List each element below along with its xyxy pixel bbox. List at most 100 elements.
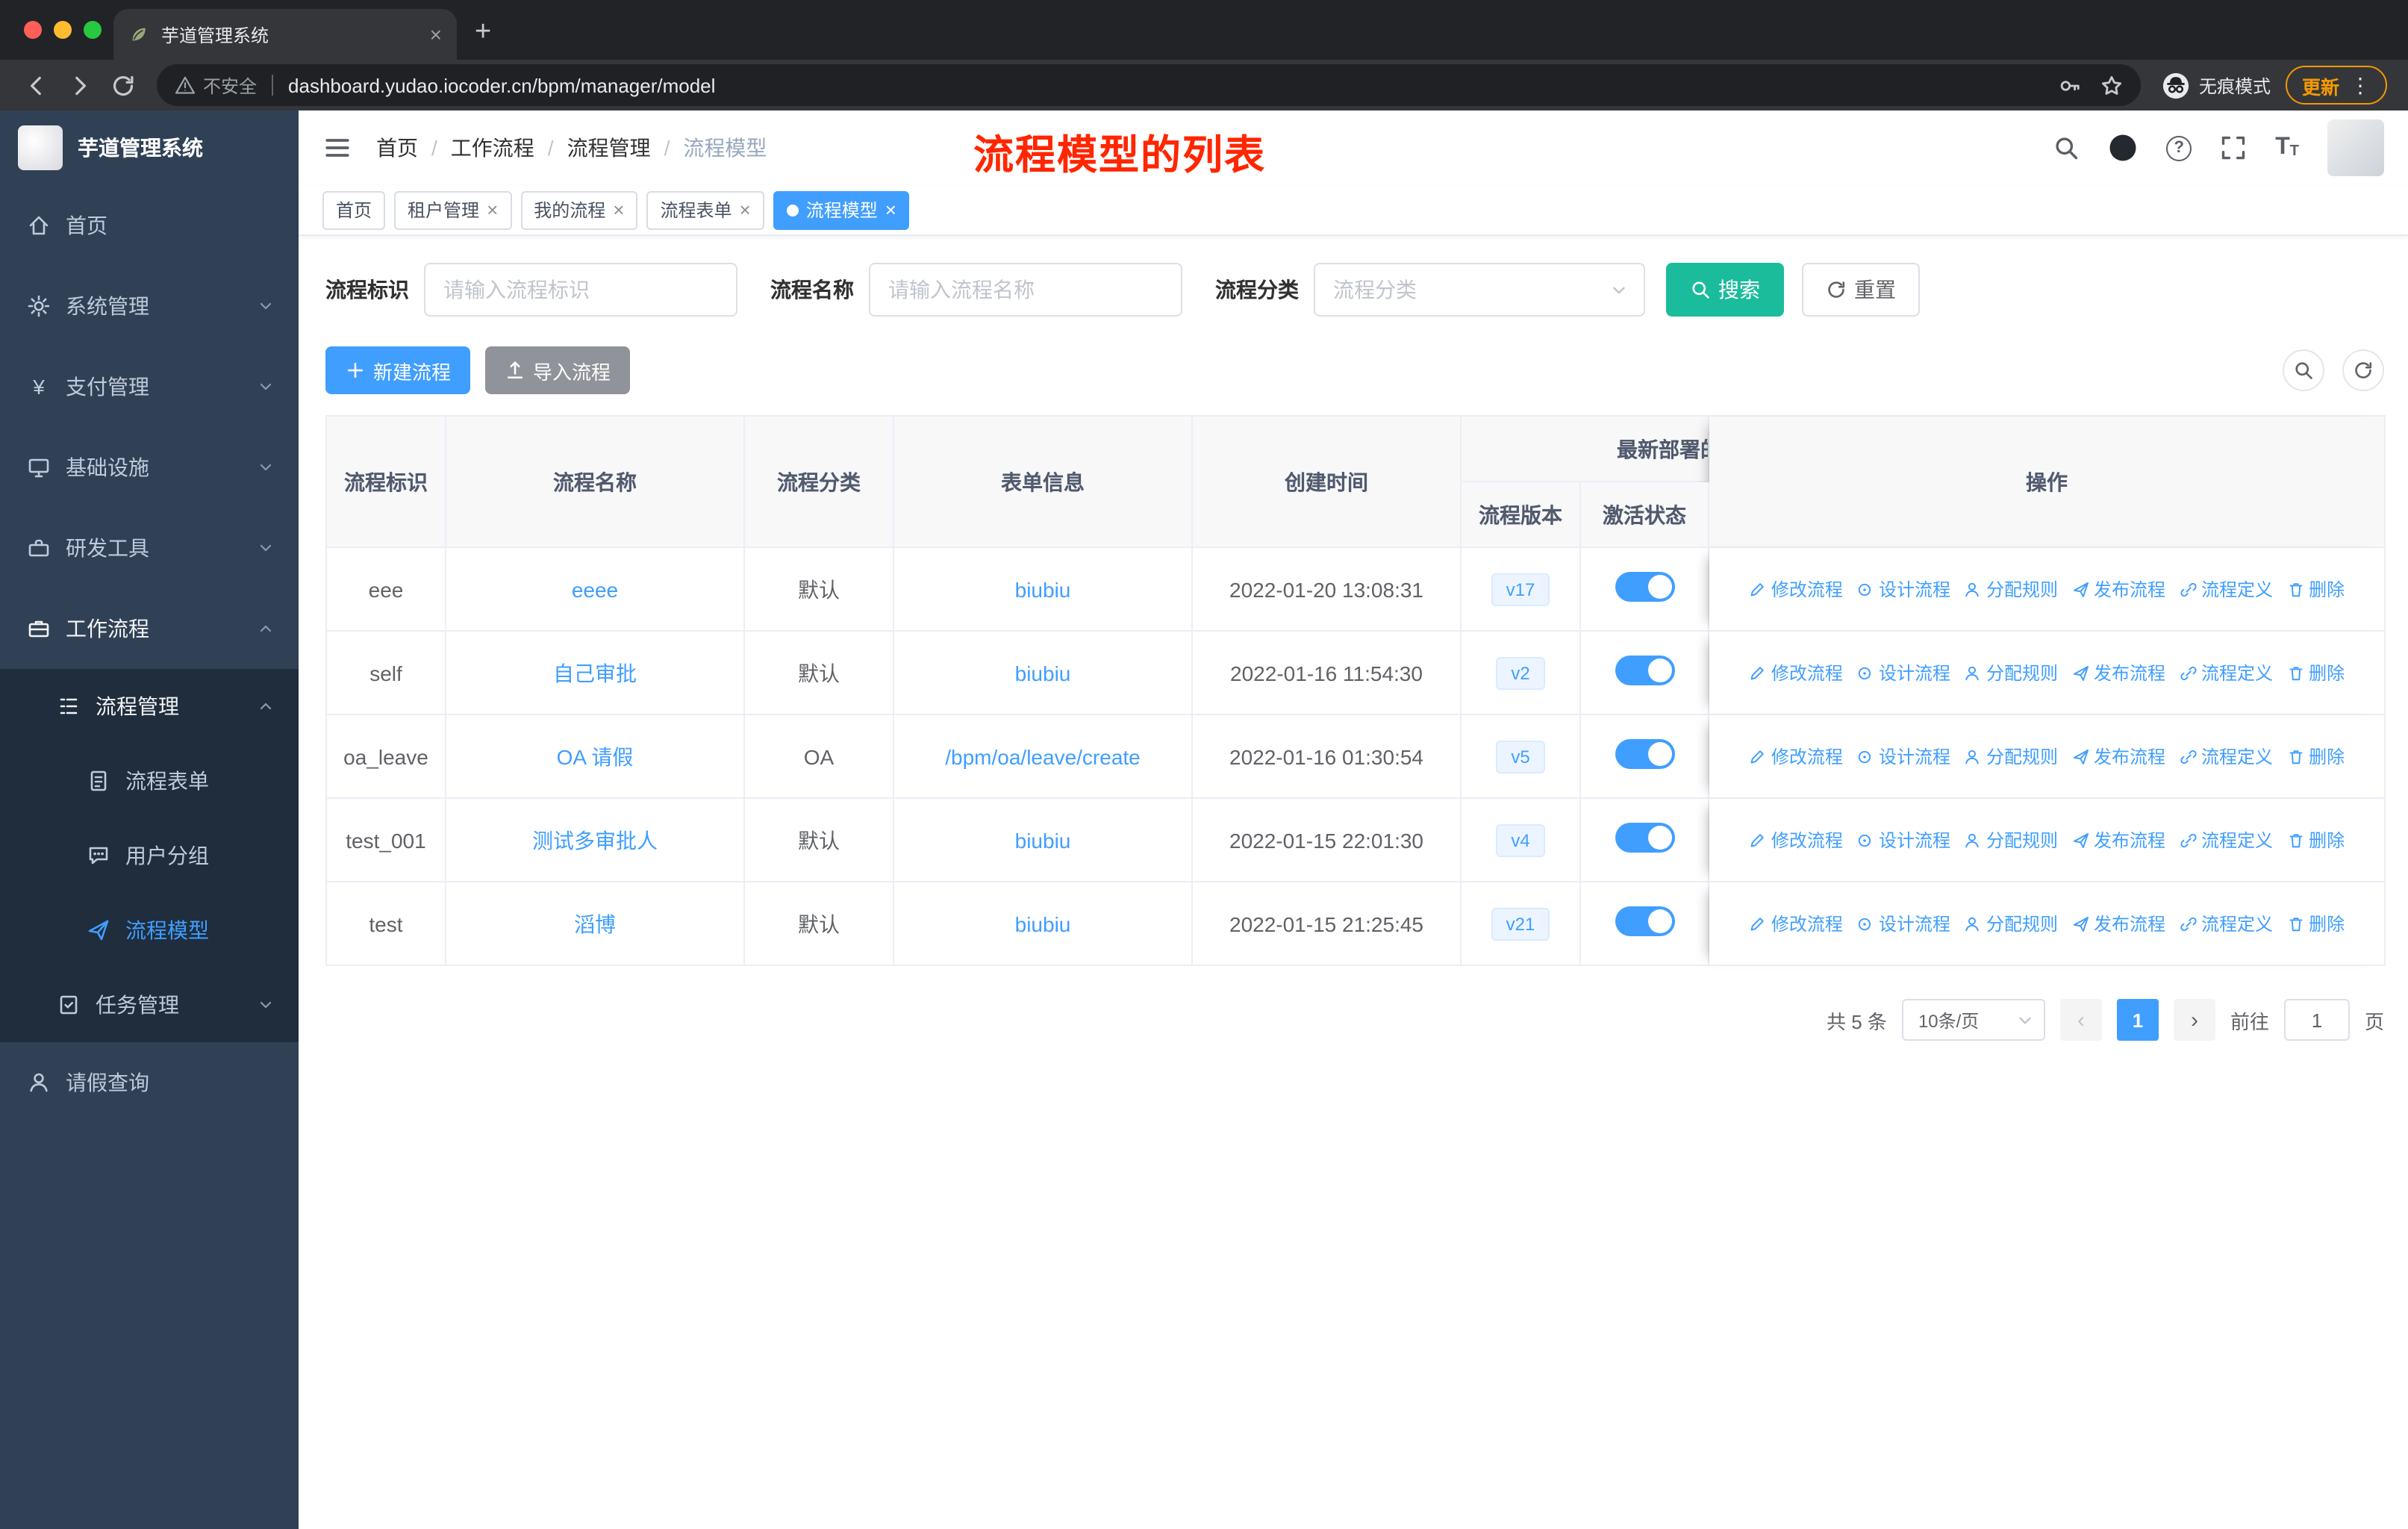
delete-link[interactable]: 删除	[2286, 744, 2345, 769]
process-key-input[interactable]	[424, 263, 737, 317]
close-icon[interactable]: ×	[613, 200, 624, 219]
assign-rule-link[interactable]: 分配规则	[1964, 660, 2058, 685]
close-icon[interactable]: ×	[740, 200, 751, 219]
edit-process-link[interactable]: 修改流程	[1749, 911, 1843, 936]
edit-process-link[interactable]: 修改流程	[1749, 827, 1843, 853]
sidebar-item-workflow[interactable]: 工作流程	[0, 588, 299, 669]
edit-process-link[interactable]: 修改流程	[1749, 744, 1843, 769]
assign-rule-link[interactable]: 分配规则	[1964, 911, 2058, 936]
active-toggle[interactable]	[1615, 572, 1674, 602]
design-process-link[interactable]: 设计流程	[1856, 576, 1950, 602]
route-tab-process-form[interactable]: 流程表单 ×	[646, 190, 764, 229]
bookmark-star-icon[interactable]	[2100, 74, 2123, 96]
search-button[interactable]: 搜索	[1666, 263, 1784, 317]
font-size-icon[interactable]: TT	[2275, 135, 2299, 160]
active-toggle[interactable]	[1615, 655, 1674, 685]
publish-process-link[interactable]: 发布流程	[2071, 660, 2165, 685]
fullscreen-icon[interactable]	[2220, 134, 2247, 161]
prev-page-button[interactable]: ‹	[2059, 999, 2102, 1041]
github-icon[interactable]	[2108, 133, 2138, 163]
breadcrumb-process-management[interactable]: 流程管理	[567, 133, 651, 163]
search-icon[interactable]	[2053, 134, 2080, 161]
import-process-button[interactable]: 导入流程	[485, 346, 631, 394]
process-name-link[interactable]: eeee	[572, 577, 618, 601]
publish-process-link[interactable]: 发布流程	[2071, 576, 2165, 602]
sidebar-item-user-group[interactable]: 用户分组	[0, 818, 299, 893]
sidebar-item-process-model[interactable]: 流程模型	[0, 893, 299, 968]
forward-button[interactable]	[67, 72, 93, 98]
route-tab-my-process[interactable]: 我的流程 ×	[520, 190, 638, 229]
process-definition-link[interactable]: 流程定义	[2179, 660, 2273, 685]
page-size-select[interactable]: 10条/页	[1901, 999, 2045, 1041]
form-link[interactable]: biubiu	[1015, 912, 1071, 935]
publish-process-link[interactable]: 发布流程	[2071, 744, 2165, 769]
toggle-search-button[interactable]	[2283, 349, 2324, 391]
maximize-window-button[interactable]	[84, 21, 102, 39]
design-process-link[interactable]: 设计流程	[1856, 911, 1950, 936]
design-process-link[interactable]: 设计流程	[1856, 660, 1950, 685]
breadcrumb-home[interactable]: 首页	[376, 133, 418, 163]
browser-tab[interactable]: 芋道管理系统 ×	[113, 9, 457, 60]
collapse-sidebar-icon[interactable]	[322, 133, 352, 163]
menu-dots-icon[interactable]: ⋮	[2350, 72, 2371, 98]
password-key-icon[interactable]	[2059, 74, 2081, 96]
active-toggle[interactable]	[1615, 739, 1674, 769]
new-tab-button[interactable]: +	[475, 16, 491, 49]
process-name-link[interactable]: OA 请假	[557, 744, 634, 768]
security-warning-icon[interactable]	[175, 75, 196, 96]
sidebar-item-system[interactable]: 系统管理	[0, 266, 299, 346]
assign-rule-link[interactable]: 分配规则	[1964, 576, 2058, 602]
process-definition-link[interactable]: 流程定义	[2179, 576, 2273, 602]
route-tab-tenant[interactable]: 租户管理 ×	[394, 190, 512, 229]
route-tab-process-model[interactable]: 流程模型 ×	[773, 190, 910, 229]
delete-link[interactable]: 删除	[2286, 660, 2345, 685]
goto-page-input[interactable]	[2283, 999, 2350, 1041]
form-link[interactable]: biubiu	[1015, 577, 1071, 601]
process-name-link[interactable]: 测试多审批人	[532, 828, 658, 852]
next-page-button[interactable]: ›	[2173, 999, 2215, 1041]
process-name-link[interactable]: 滔博	[574, 912, 616, 935]
process-definition-link[interactable]: 流程定义	[2179, 827, 2273, 853]
publish-process-link[interactable]: 发布流程	[2071, 827, 2165, 853]
form-link[interactable]: /bpm/oa/leave/create	[945, 744, 1141, 768]
publish-process-link[interactable]: 发布流程	[2071, 911, 2165, 936]
update-button[interactable]: 更新 ⋮	[2285, 66, 2387, 105]
design-process-link[interactable]: 设计流程	[1856, 827, 1950, 853]
close-icon[interactable]: ×	[487, 200, 498, 219]
process-definition-link[interactable]: 流程定义	[2179, 744, 2273, 769]
minimize-window-button[interactable]	[54, 21, 72, 39]
sidebar-item-infrastructure[interactable]: 基础设施	[0, 427, 299, 508]
process-definition-link[interactable]: 流程定义	[2179, 911, 2273, 936]
sidebar-item-home[interactable]: 首页	[0, 185, 299, 266]
active-toggle[interactable]	[1615, 823, 1674, 853]
sidebar-item-task-management[interactable]: 任务管理	[0, 968, 299, 1042]
address-bar[interactable]: 不安全 dashboard.yudao.iocoder.cn/bpm/manag…	[157, 64, 2141, 106]
create-process-button[interactable]: 新建流程	[325, 346, 471, 394]
reload-button[interactable]	[110, 72, 136, 98]
back-button[interactable]	[24, 72, 49, 98]
delete-link[interactable]: 删除	[2286, 911, 2345, 936]
breadcrumb-workflow[interactable]: 工作流程	[451, 133, 534, 163]
sidebar-item-devtools[interactable]: 研发工具	[0, 508, 299, 588]
category-select[interactable]: 流程分类	[1314, 263, 1645, 317]
edit-process-link[interactable]: 修改流程	[1749, 660, 1843, 685]
user-avatar[interactable]	[2327, 119, 2384, 176]
assign-rule-link[interactable]: 分配规则	[1964, 827, 2058, 853]
edit-process-link[interactable]: 修改流程	[1749, 576, 1843, 602]
refresh-table-button[interactable]	[2342, 349, 2384, 391]
design-process-link[interactable]: 设计流程	[1856, 744, 1950, 769]
form-link[interactable]: biubiu	[1015, 661, 1071, 685]
form-link[interactable]: biubiu	[1015, 828, 1071, 852]
sidebar-item-payment[interactable]: ¥ 支付管理	[0, 346, 299, 427]
close-icon[interactable]: ×	[885, 200, 896, 219]
sidebar-item-leave-query[interactable]: 请假查询	[0, 1042, 299, 1123]
help-icon[interactable]: ?	[2166, 135, 2192, 161]
route-tab-home[interactable]: 首页	[322, 190, 386, 229]
reset-button[interactable]: 重置	[1802, 263, 1920, 317]
close-tab-icon[interactable]: ×	[430, 22, 442, 46]
process-name-link[interactable]: 自己审批	[553, 661, 637, 685]
page-1-button[interactable]: 1	[2116, 999, 2159, 1041]
assign-rule-link[interactable]: 分配规则	[1964, 744, 2058, 769]
delete-link[interactable]: 删除	[2286, 827, 2345, 853]
active-toggle[interactable]	[1615, 906, 1674, 936]
